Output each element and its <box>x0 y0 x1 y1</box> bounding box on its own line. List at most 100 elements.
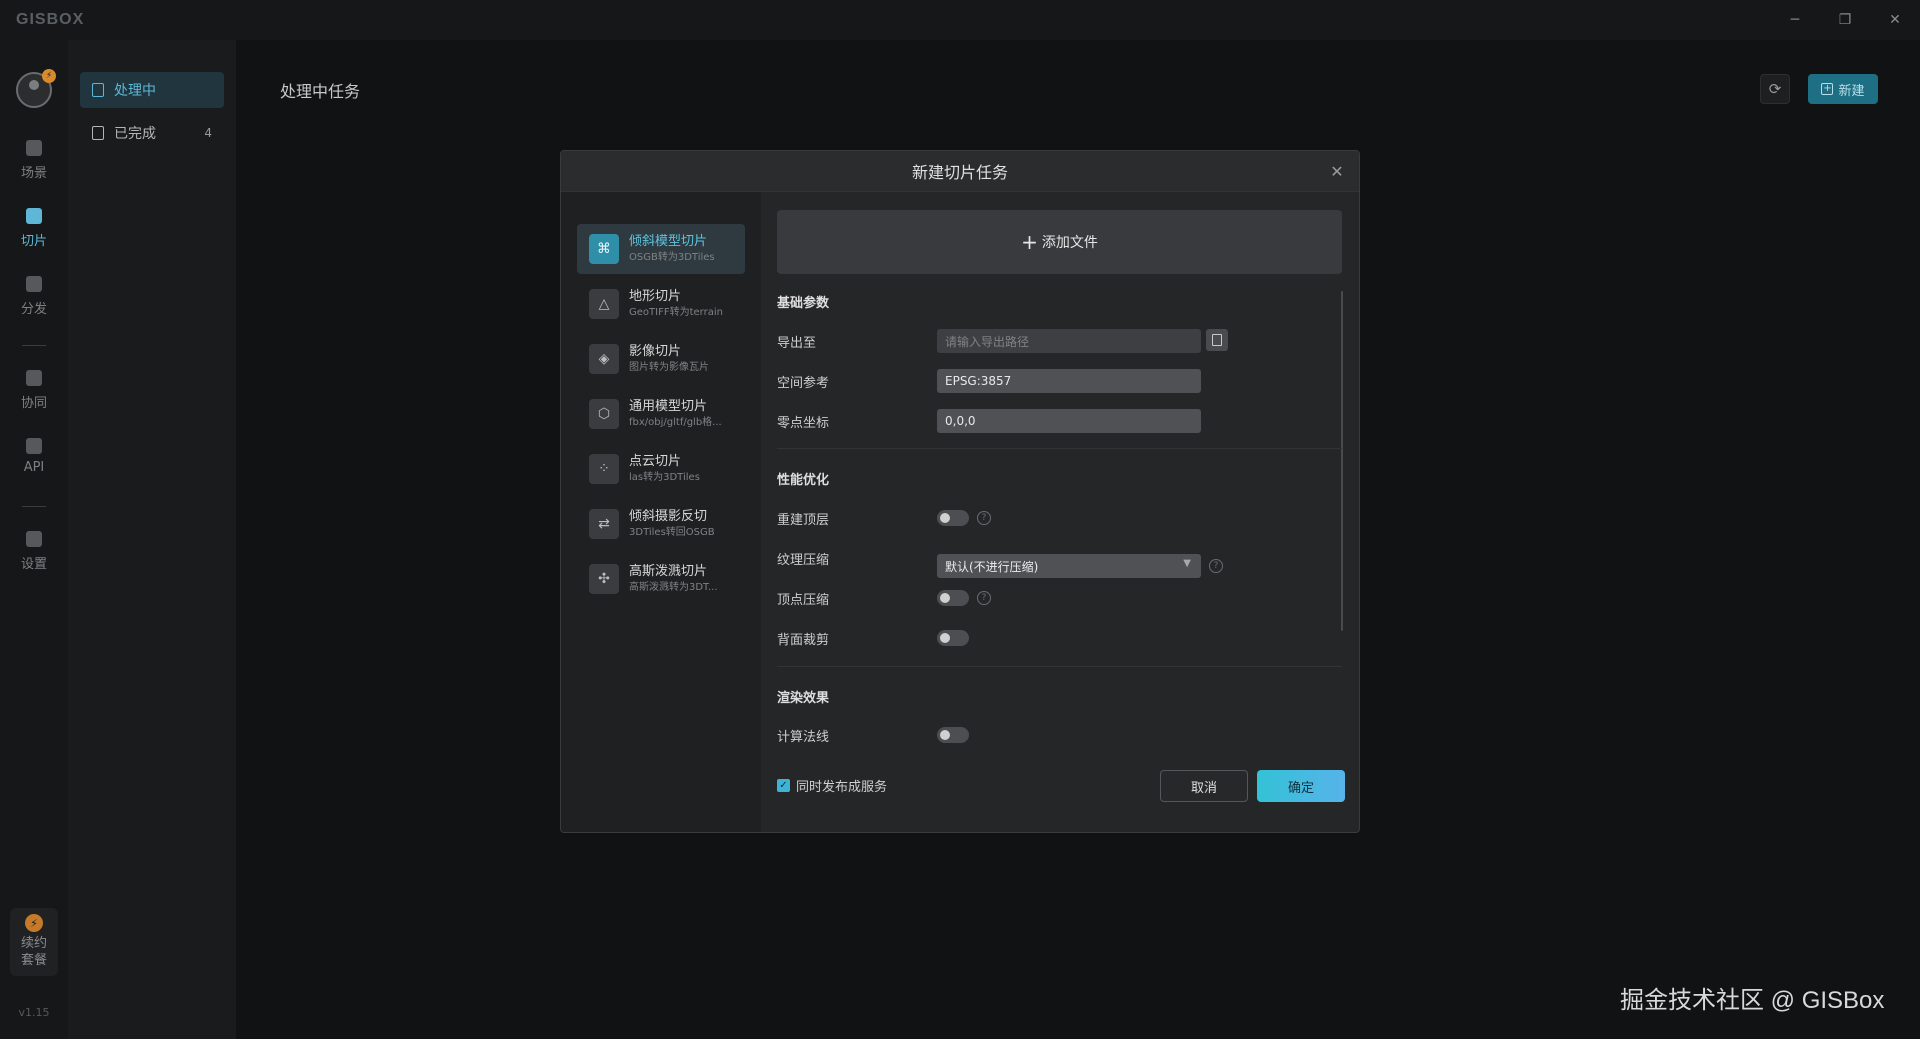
task-type-desc: OSGB转为3DTiles <box>629 252 715 263</box>
task-type-oblique[interactable]: ⌘ 倾斜模型切片 OSGB转为3DTiles <box>577 224 745 274</box>
add-file-label: 添加文件 <box>1041 235 1098 251</box>
browse-folder-button[interactable] <box>1206 329 1228 351</box>
task-type-pointcloud[interactable]: ⁘ 点云切片 las转为3DTiles <box>577 444 745 494</box>
publish-option[interactable]: ✓ 同时发布成服务 <box>777 776 887 795</box>
rail-divider <box>22 506 46 507</box>
confirm-button[interactable]: 确定 <box>1257 770 1345 802</box>
oblique-model-icon: ⌘ <box>589 234 619 264</box>
rail-item-tile[interactable]: 切片 <box>0 208 68 249</box>
new-task-button[interactable]: + 新建 <box>1808 74 1878 104</box>
rail-item-share[interactable]: 分发 <box>0 276 68 317</box>
task-type-general-model[interactable]: ⬡ 通用模型切片 fbx/obj/gltf/glb格... <box>577 389 745 439</box>
normals-toggle[interactable] <box>937 727 969 743</box>
restore-icon[interactable]: ❐ <box>1820 0 1870 40</box>
task-type-desc: 高斯泼溅转为3DT... <box>629 582 718 593</box>
task-type-desc: 3DTiles转回OSGB <box>629 527 715 538</box>
rail-item-label: 协同 <box>20 396 47 411</box>
task-type-desc: GeoTIFF转为terrain <box>629 307 723 318</box>
share-icon <box>26 276 42 292</box>
export-path-input[interactable]: 请输入导出路径 <box>937 329 1201 353</box>
rail-item-api[interactable]: API <box>0 438 68 475</box>
cube-icon: ⬡ <box>589 399 619 429</box>
task-form: + 添加文件 基础参数 导出至 请输入导出路径 空间参考 EPSG:3857 零… <box>761 192 1359 832</box>
rail-item-settings[interactable]: 设置 <box>0 531 68 572</box>
task-type-imagery[interactable]: ◈ 影像切片 图片转为影像瓦片 <box>577 334 745 384</box>
section-divider <box>777 666 1342 667</box>
settings-icon <box>26 531 42 547</box>
backface-cull-toggle[interactable] <box>937 630 969 646</box>
subnav-item-processing[interactable]: 处理中 <box>80 72 224 108</box>
task-type-desc: 图片转为影像瓦片 <box>629 362 709 373</box>
page-title: 处理中任务 <box>280 82 361 101</box>
rebuild-top-label: 重建顶层 <box>777 513 830 528</box>
rail-item-label: 切片 <box>20 234 47 249</box>
task-type-name: 倾斜模型切片 <box>629 234 708 249</box>
rebuild-top-toggle[interactable] <box>937 510 969 526</box>
title-bar: GISBOX ─ ❐ ✕ <box>0 0 1920 40</box>
refresh-button[interactable]: ⟳ <box>1760 74 1790 104</box>
new-tile-task-dialog: 新建切片任务 ✕ ⌘ 倾斜模型切片 OSGB转为3DTiles △ 地形切片 G… <box>560 150 1360 833</box>
texture-compress-value: 默认(不进行压缩) <box>945 559 1039 574</box>
subnav-item-label: 处理中 <box>114 83 156 99</box>
rail-item-label: API <box>23 460 45 475</box>
form-scrollbar[interactable] <box>1341 291 1343 631</box>
section-render-title: 渲染效果 <box>777 691 830 706</box>
task-type-reverse[interactable]: ⇄ 倾斜摄影反切 3DTiles转回OSGB <box>577 499 745 549</box>
srs-input[interactable]: EPSG:3857 <box>937 369 1201 393</box>
rail-item-label: 分发 <box>20 302 47 317</box>
rail-item-label: 设置 <box>20 557 47 572</box>
dialog-title: 新建切片任务 <box>911 163 1008 182</box>
rail-item-collab[interactable]: 协同 <box>0 370 68 411</box>
section-perf-title: 性能优化 <box>777 473 830 488</box>
close-icon[interactable]: ✕ <box>1327 161 1347 181</box>
section-divider <box>777 448 1342 449</box>
renew-line2: 套餐 <box>20 953 47 968</box>
task-type-name: 地形切片 <box>629 289 682 304</box>
task-type-desc: fbx/obj/gltf/glb格... <box>629 417 722 428</box>
terrain-icon: △ <box>589 289 619 319</box>
app-logo: GISBOX <box>16 11 85 28</box>
renew-line1: 续约 <box>20 936 47 951</box>
task-subnav: 处理中 已完成 4 <box>68 40 236 1039</box>
texture-compress-select[interactable]: 默认(不进行压缩) ▼ <box>937 554 1201 578</box>
icon-rail: ⚡ 场景 切片 分发 协同 API 设置 ⚡ 续约 套餐 v1.15 <box>0 40 68 1039</box>
task-type-terrain[interactable]: △ 地形切片 GeoTIFF转为terrain <box>577 279 745 329</box>
origin-label: 零点坐标 <box>777 416 830 431</box>
renew-plan-button[interactable]: ⚡ 续约 套餐 <box>10 908 58 976</box>
help-icon[interactable]: ? <box>1209 559 1223 573</box>
section-basic-title: 基础参数 <box>777 296 830 311</box>
origin-input[interactable]: 0,0,0 <box>937 409 1201 433</box>
gaussian-icon: ✣ <box>589 564 619 594</box>
srs-label: 空间参考 <box>777 376 830 391</box>
api-icon <box>26 438 42 454</box>
vertex-compress-toggle[interactable] <box>937 590 969 606</box>
task-type-name: 倾斜摄影反切 <box>629 509 708 524</box>
vertex-compress-label: 顶点压缩 <box>777 593 830 608</box>
subnav-item-completed[interactable]: 已完成 4 <box>80 115 224 151</box>
new-task-label: 新建 <box>1838 83 1865 99</box>
task-type-name: 通用模型切片 <box>629 399 708 414</box>
rail-item-scene[interactable]: 场景 <box>0 140 68 181</box>
task-type-list: ⌘ 倾斜模型切片 OSGB转为3DTiles △ 地形切片 GeoTIFF转为t… <box>561 192 761 832</box>
rail-item-label: 场景 <box>20 166 47 181</box>
cancel-button[interactable]: 取消 <box>1160 770 1248 802</box>
close-icon[interactable]: ✕ <box>1870 0 1920 40</box>
help-icon[interactable]: ? <box>977 511 991 525</box>
help-icon[interactable]: ? <box>977 591 991 605</box>
chevron-down-icon: ▼ <box>1183 558 1191 569</box>
plus-icon: + <box>1821 83 1834 95</box>
watermark: 掘金技术社区 @ GISBox <box>1620 987 1885 1014</box>
subnav-item-label: 已完成 <box>114 126 156 142</box>
bolt-icon: ⚡ <box>25 914 43 932</box>
completed-count: 4 <box>204 126 212 140</box>
dialog-header: 新建切片任务 ✕ <box>561 151 1359 192</box>
add-file-button[interactable]: + 添加文件 <box>777 210 1342 274</box>
minimize-icon[interactable]: ─ <box>1770 0 1820 40</box>
rail-divider <box>22 345 46 346</box>
folder-icon <box>1212 334 1222 346</box>
task-type-gaussian[interactable]: ✣ 高斯泼溅切片 高斯泼溅转为3DT... <box>577 554 745 604</box>
reverse-icon: ⇄ <box>589 509 619 539</box>
task-type-desc: las转为3DTiles <box>629 472 700 483</box>
publish-checkbox[interactable]: ✓ <box>777 779 790 792</box>
texture-compress-label: 纹理压缩 <box>777 553 830 568</box>
